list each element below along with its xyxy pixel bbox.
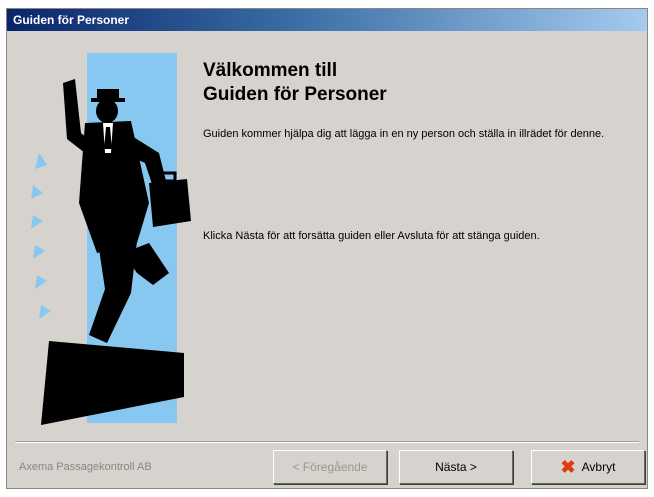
company-label: Axema Passagekontroll AB bbox=[19, 461, 152, 473]
instruction-paragraph: Klicka Nästa för att forsätta guiden ell… bbox=[203, 230, 540, 242]
cancel-button[interactable]: ✖ Avbryt bbox=[531, 450, 645, 484]
wizard-window: Guiden för Personer Välkommen till Guide… bbox=[6, 8, 648, 489]
running-businessman-illustration bbox=[31, 53, 191, 425]
previous-button-label: < Föregående bbox=[292, 460, 368, 474]
next-button[interactable]: Nästa > bbox=[399, 450, 513, 484]
title-bar[interactable]: Guiden för Personer bbox=[7, 9, 647, 31]
heading-line-2: Guiden för Personer bbox=[203, 84, 387, 105]
welcome-heading: Välkommen till Guiden för Personer bbox=[203, 59, 387, 107]
close-x-icon: ✖ bbox=[560, 457, 576, 477]
footer-separator bbox=[15, 441, 639, 443]
previous-button[interactable]: < Föregående bbox=[273, 450, 387, 484]
next-button-label: Nästa > bbox=[435, 460, 477, 474]
description-paragraph: Guiden kommer hjälpa dig att lägga in en… bbox=[203, 128, 605, 140]
cancel-button-label: Avbryt bbox=[581, 460, 616, 474]
heading-line-1: Välkommen till bbox=[203, 60, 338, 81]
